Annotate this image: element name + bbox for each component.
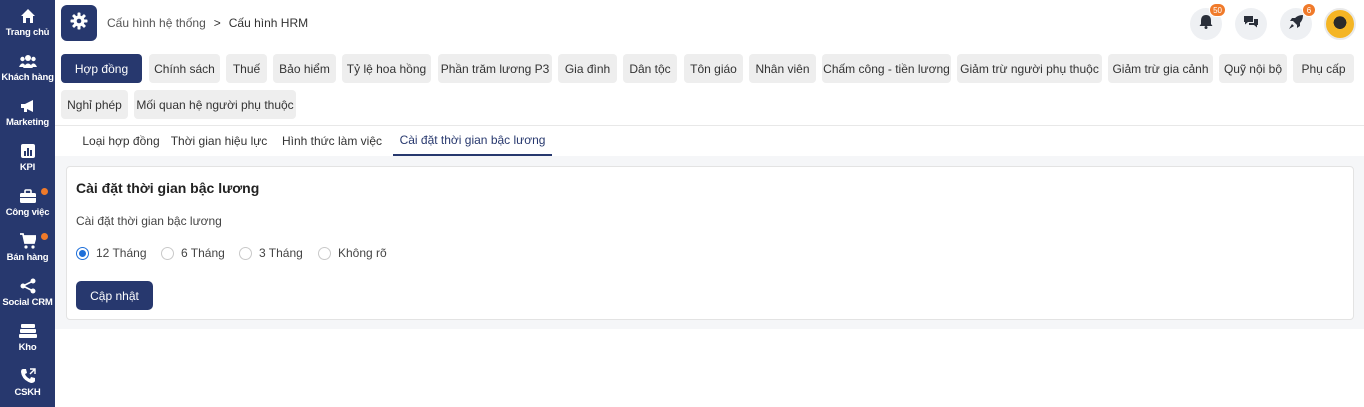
breadcrumb-system-config[interactable]: Cấu hình hệ thống — [107, 16, 206, 30]
briefcase-icon — [19, 187, 37, 205]
breadcrumb: Cấu hình hệ thống > Cấu hình HRM — [107, 16, 308, 30]
avatar[interactable] — [1324, 8, 1356, 40]
salary-level-card: Cài đặt thời gian bậc lương Cài đặt thời… — [66, 166, 1354, 320]
radio-label: 12 Tháng — [96, 246, 147, 260]
category-ton-giao[interactable]: Tôn giáo — [684, 54, 743, 83]
category-giam-tru-gia-canh[interactable]: Giảm trừ gia cảnh — [1108, 54, 1213, 83]
sidebar-item-label: Khách hàng — [1, 72, 54, 83]
rocket-icon — [1288, 14, 1304, 35]
megaphone-icon — [19, 97, 37, 115]
tab-hinh-thuc-lam-viec[interactable]: Hình thức làm việc — [277, 126, 387, 156]
category-ty-le-hoa-hong[interactable]: Tỷ lệ hoa hồng — [342, 54, 431, 83]
notification-dot — [41, 188, 48, 195]
sidebar-item-social-crm[interactable]: Social CRM — [0, 270, 55, 315]
radio-unselected-icon — [239, 246, 252, 260]
rocket-count-badge: 6 — [1302, 3, 1316, 17]
tab-loai-hop-dong[interactable]: Loại hợp đồng — [66, 126, 176, 156]
header-actions: 50 6 — [1177, 3, 1356, 40]
sidebar-item-label: Kho — [18, 342, 37, 353]
category-dan-toc[interactable]: Dân tộc — [623, 54, 677, 83]
users-icon — [18, 52, 37, 70]
radio-unknown[interactable]: Không rõ — [318, 246, 387, 260]
radio-unselected-icon — [318, 246, 331, 260]
radio-unselected-icon — [161, 246, 174, 260]
home-icon — [19, 7, 37, 25]
gear-icon — [70, 12, 88, 35]
sidebar-item-label: Công việc — [5, 207, 50, 218]
radio-label: 3 Tháng — [259, 246, 303, 260]
category-bao-hiem[interactable]: Bảo hiểm — [273, 54, 336, 83]
bell-icon — [1199, 14, 1213, 34]
radio-selected-icon — [76, 246, 89, 260]
category-phan-tram-luong[interactable]: Phần trăm lương P3 — [438, 54, 552, 83]
sidebar-item-label: Marketing — [5, 117, 50, 128]
radio-label: 6 Tháng — [181, 246, 225, 260]
sidebar-item-label: KPI — [19, 162, 36, 173]
category-gia-dinh[interactable]: Gia đình — [558, 54, 617, 83]
sidebar-item-label: Bán hàng — [6, 252, 49, 263]
radio-label: Không rõ — [338, 246, 387, 260]
notifications-button[interactable]: 50 — [1190, 3, 1226, 40]
category-quy-noi-bo[interactable]: Quỹ nội bộ — [1219, 54, 1287, 83]
tab-cai-dat-thoi-gian-bac-luong[interactable]: Cài đặt thời gian bậc lương — [393, 126, 552, 156]
update-button[interactable]: Cập nhật — [76, 281, 153, 310]
chat-icon — [1243, 15, 1259, 34]
sidebar-item-label: Trang chủ — [5, 27, 50, 38]
phone-icon — [19, 367, 37, 385]
messages-button[interactable] — [1235, 8, 1267, 40]
settings-button[interactable] — [61, 5, 97, 41]
category-giam-tru-nguoi-phu-thuoc[interactable]: Giảm trừ người phụ thuộc — [957, 54, 1102, 83]
cart-icon — [19, 232, 37, 250]
breadcrumb-hrm-config: Cấu hình HRM — [228, 16, 309, 30]
category-moi-quan-he[interactable]: Mối quan hệ người phụ thuộc — [134, 90, 296, 119]
field-label: Cài đặt thời gian bậc lương — [76, 214, 222, 228]
rocket-button[interactable]: 6 — [1280, 3, 1316, 40]
sidebar-item-cskh[interactable]: CSKH — [0, 360, 55, 405]
chart-icon — [19, 142, 37, 160]
share-icon — [19, 277, 37, 295]
sidebar-item-sales[interactable]: Bán hàng — [0, 225, 55, 270]
category-chinh-sach[interactable]: Chính sách — [149, 54, 220, 83]
sidebar: Trang chủ Khách hàng Marketing KPI Công … — [0, 0, 55, 407]
sidebar-item-label: Social CRM — [2, 297, 53, 308]
sidebar-item-kpi[interactable]: KPI — [0, 135, 55, 180]
radio-3-months[interactable]: 3 Tháng — [239, 246, 303, 260]
chevron-right-icon: > — [213, 16, 221, 30]
tab-thoi-gian-hieu-luc[interactable]: Thời gian hiệu lực — [164, 126, 274, 156]
sub-tabs: Loại hợp đồng Thời gian hiệu lực Hình th… — [55, 126, 1364, 156]
category-bar: Hợp đồng Chính sách Thuế Bảo hiểm Tỷ lệ … — [55, 46, 1364, 126]
notification-dot — [41, 233, 48, 240]
top-bar: Cấu hình hệ thống > Cấu hình HRM 50 6 — [55, 0, 1364, 46]
sidebar-item-label: CSKH — [14, 387, 41, 398]
radio-12-months[interactable]: 12 Tháng — [76, 246, 147, 260]
card-title: Cài đặt thời gian bậc lương — [76, 180, 260, 196]
sidebar-item-tasks[interactable]: Công việc — [0, 180, 55, 225]
notification-count-badge: 50 — [1209, 3, 1226, 17]
warehouse-icon — [18, 322, 37, 340]
category-hop-dong[interactable]: Hợp đồng — [61, 54, 142, 83]
category-thue[interactable]: Thuế — [226, 54, 267, 83]
sidebar-item-customers[interactable]: Khách hàng — [0, 45, 55, 90]
sidebar-item-home[interactable]: Trang chủ — [0, 0, 55, 45]
sidebar-item-marketing[interactable]: Marketing — [0, 90, 55, 135]
category-nhan-vien[interactable]: Nhân viên — [749, 54, 816, 83]
category-cham-cong[interactable]: Chấm công - tiền lương — [822, 54, 951, 83]
sidebar-item-warehouse[interactable]: Kho — [0, 315, 55, 360]
radio-6-months[interactable]: 6 Tháng — [161, 246, 225, 260]
category-nghi-phep[interactable]: Nghỉ phép — [61, 90, 128, 119]
category-phu-cap[interactable]: Phụ cấp — [1293, 54, 1354, 83]
